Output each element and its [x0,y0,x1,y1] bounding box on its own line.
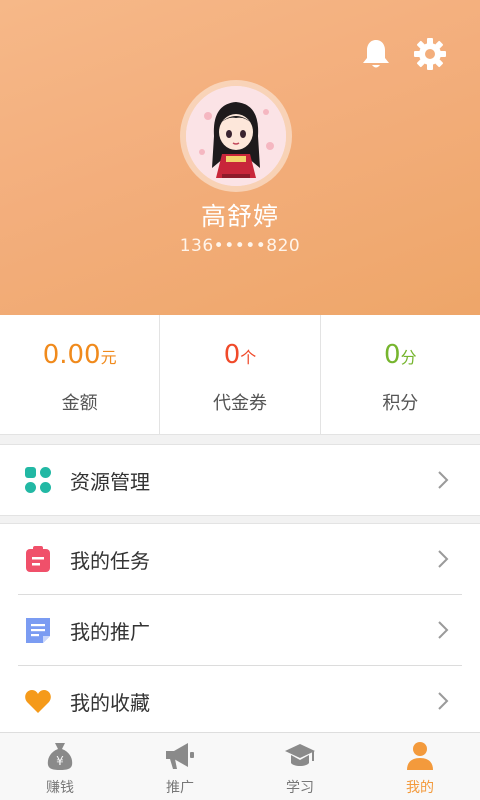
bottom-tab-bar: ¥ 赚钱 推广 学习 我的 [0,732,480,800]
menu-label-favorites: 我的收藏 [70,690,150,715]
stat-vouchers-unit: 个 [240,348,257,367]
stat-vouchers-value: 0 [223,340,241,370]
graduation-cap-icon [284,740,316,772]
account-stats: 0.00元 金额 0个 代金券 0分 积分 [0,315,480,435]
stat-vouchers-label: 代金券 [212,393,267,414]
tab-label-promote: 推广 [166,780,194,796]
chevron-right-icon [436,548,450,570]
heart-icon [24,687,52,715]
menu-label-tasks: 我的任务 [70,548,150,573]
menu-item-my-tasks[interactable]: 我的任务 [0,524,480,594]
gear-icon[interactable] [412,36,448,72]
menu-item-resource-management[interactable]: 资源管理 [0,445,480,515]
stat-points-unit: 分 [400,348,417,367]
clipboard-icon [24,545,52,573]
menu-label-promotion: 我的推广 [70,619,150,644]
stat-points-label: 积分 [382,393,419,414]
chevron-right-icon [436,619,450,641]
tab-label-learn: 学习 [286,780,314,796]
user-phone: 136•••••820 [179,236,301,256]
tab-label-earn: 赚钱 [46,780,74,796]
document-icon [24,616,52,644]
grid-icon [24,466,52,494]
stat-vouchers[interactable]: 0个 代金券 [159,315,319,434]
tab-mine[interactable]: 我的 [360,733,480,800]
stat-balance-value: 0.00 [42,340,101,370]
tab-label-mine: 我的 [406,780,434,796]
menu-item-my-promotion[interactable]: 我的推广 [0,595,480,665]
person-icon [404,740,436,772]
bell-icon[interactable] [358,36,394,72]
resource-card: 资源管理 [0,444,480,516]
avatar-image [186,86,286,186]
menu-list: 我的任务 我的推广 我的收藏 [0,523,480,732]
tab-learn[interactable]: 学习 [240,733,360,800]
svg-text:¥: ¥ [56,754,64,768]
chevron-right-icon [436,690,450,712]
stat-balance[interactable]: 0.00元 金额 [0,315,159,434]
stat-points-value: 0 [384,340,401,370]
profile-header: 高舒婷 136•••••820 [0,0,480,315]
money-bag-icon: ¥ [44,740,76,772]
menu-label-resource: 资源管理 [70,469,150,494]
chevron-right-icon [436,469,450,491]
megaphone-icon [164,740,196,772]
tab-earn[interactable]: ¥ 赚钱 [0,733,120,800]
user-name: 高舒婷 [200,202,279,231]
stat-balance-unit: 元 [100,348,117,367]
stat-points[interactable]: 0分 积分 [319,315,480,434]
tab-promote[interactable]: 推广 [120,733,240,800]
stat-balance-label: 金额 [61,393,98,414]
menu-item-my-favorites[interactable]: 我的收藏 [0,666,480,736]
avatar[interactable] [180,80,292,192]
